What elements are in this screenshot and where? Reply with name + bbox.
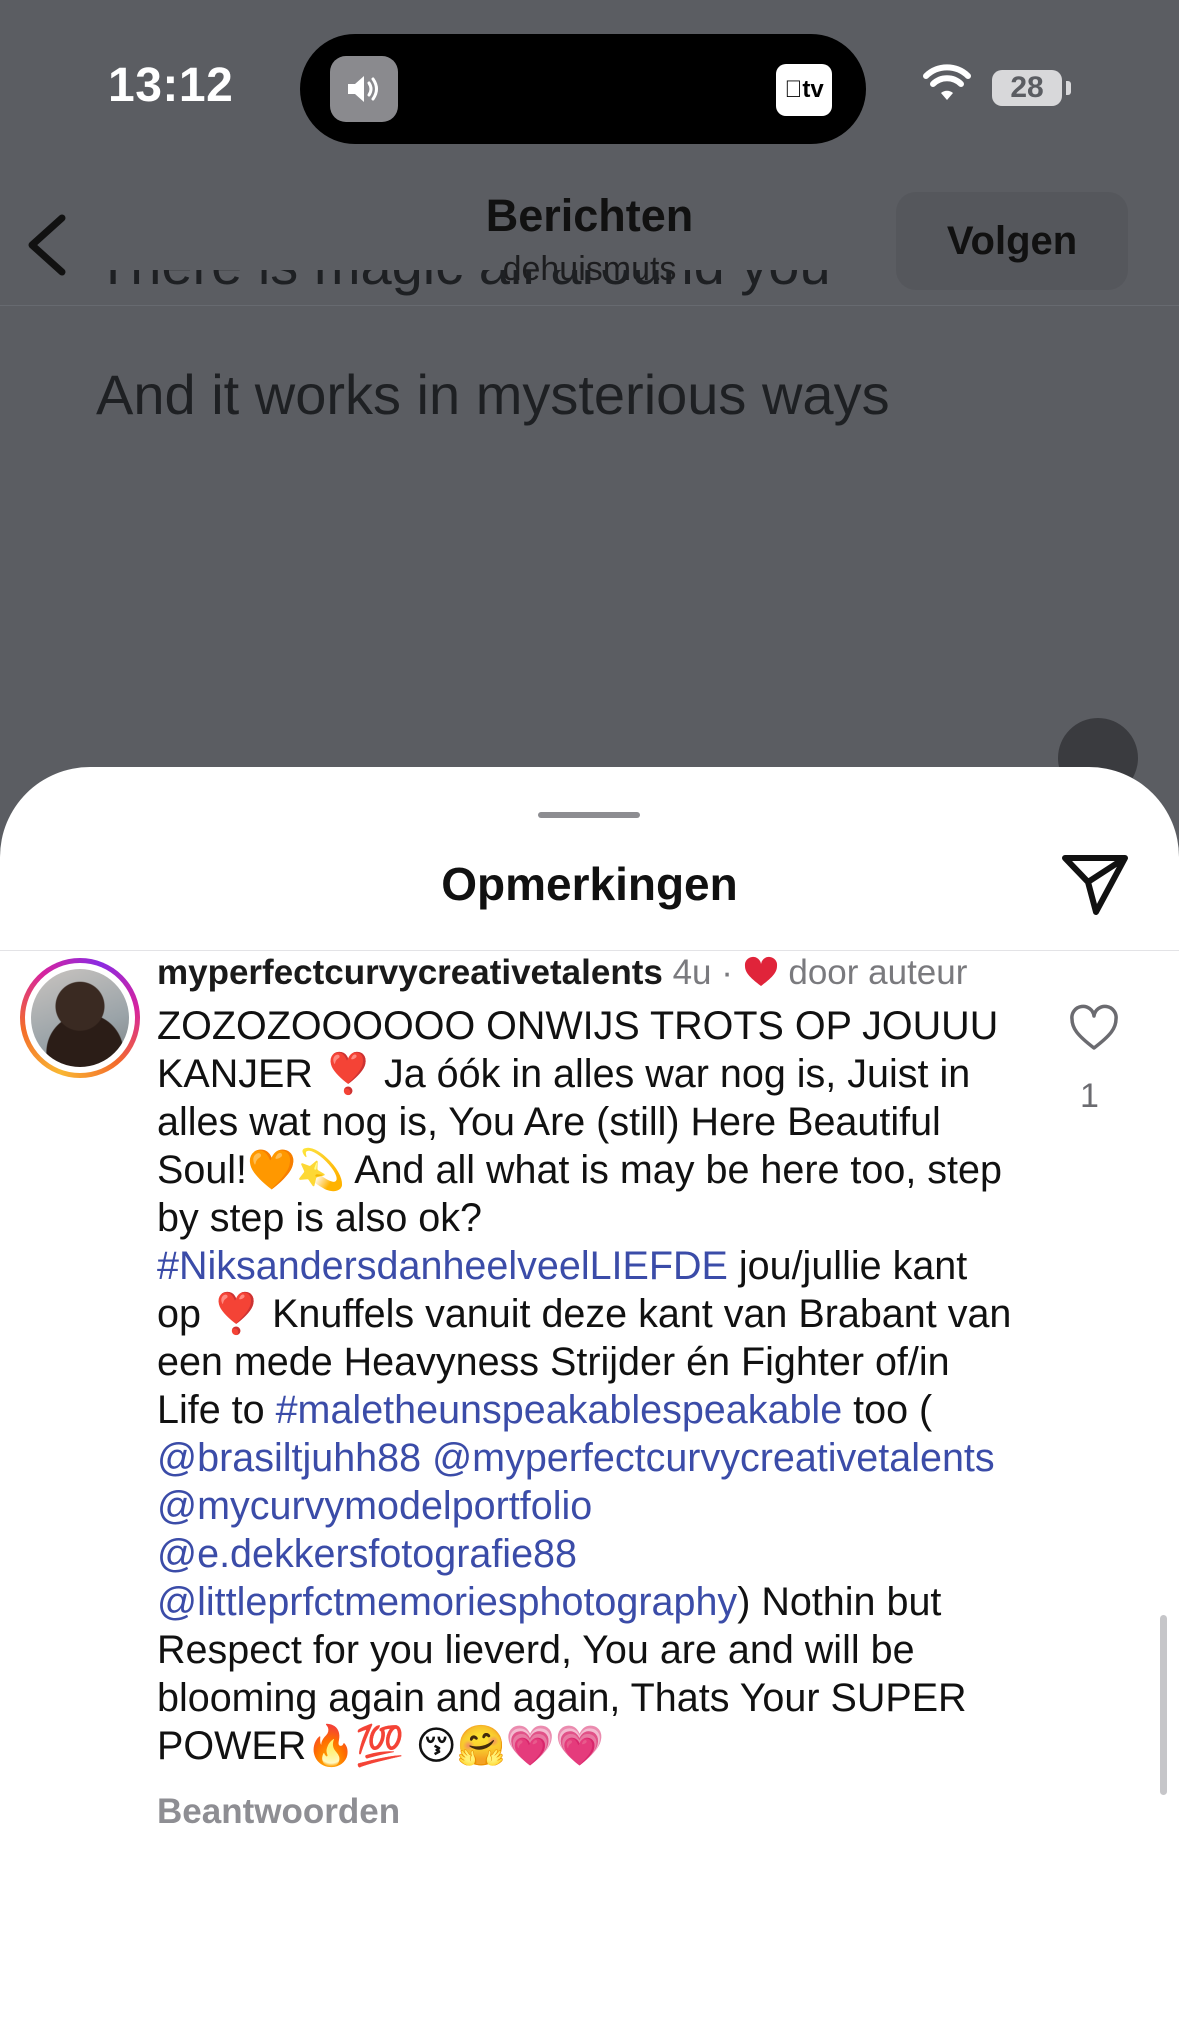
meta-separator: ·: [721, 953, 733, 992]
heart-outline-icon[interactable]: [1068, 1004, 1120, 1052]
apple-tv-icon: tv: [776, 64, 832, 116]
mention-link[interactable]: @mycurvymodelportfolio: [157, 1484, 592, 1528]
comment-text: ZOZOZOOOOOO ONWIJS TROTS OP JOUUU KANJER…: [157, 1004, 1012, 1768]
avatar[interactable]: [20, 958, 140, 1078]
comment-meta: myperfectcurvycreativetalents 4u · door …: [157, 952, 1017, 994]
mention-link[interactable]: @littleprfctmemoriesphotography: [157, 1580, 737, 1624]
heart-exclamation-emoji: ❣️: [323, 1052, 374, 1096]
status-time: 13:12: [108, 59, 234, 112]
speaker-icon: [330, 56, 398, 122]
hashtag-link[interactable]: #maletheunspeakablespeakable: [276, 1388, 843, 1432]
hashtag-link[interactable]: #NiksandersdanheelveelLIEFDE: [157, 1244, 728, 1288]
drag-handle[interactable]: [538, 812, 640, 818]
avatar-photo: [31, 969, 129, 1067]
lyric-line: And it works in mysterious ways: [96, 363, 890, 426]
comment-username[interactable]: myperfectcurvycreativetalents: [157, 953, 663, 992]
wifi-icon: [922, 64, 972, 107]
emoji-sequence: 🔥💯 😚🤗💗💗: [306, 1724, 605, 1768]
reply-button[interactable]: Beantwoorden: [157, 1792, 1017, 1832]
send-icon[interactable]: [1060, 852, 1130, 918]
like-count: 1: [1080, 1077, 1099, 1115]
battery-tip: [1066, 81, 1071, 95]
comments-sheet: Opmerkingen myperfectcurvycreativetalent…: [0, 767, 1179, 2033]
comment-body: myperfectcurvycreativetalents 4u · door …: [157, 952, 1017, 1832]
comment-time: 4u: [672, 953, 712, 992]
battery-indicator: 28: [992, 70, 1062, 106]
sheet-divider: [0, 950, 1179, 951]
mention-link[interactable]: @myperfectcurvycreativetalents: [432, 1436, 995, 1480]
mention-link[interactable]: @e.dekkersfotografie88: [157, 1532, 577, 1576]
heart-exclamation-emoji: ❣️: [211, 1292, 262, 1336]
orange-heart-dizzy-emoji: 🧡💫: [247, 1148, 346, 1192]
sheet-title: Opmerkingen: [441, 858, 738, 910]
liked-by-author-heart-icon: [744, 956, 777, 986]
scrollbar[interactable]: [1160, 1615, 1167, 1795]
dynamic-island: tv: [300, 34, 866, 144]
lyric-line-partial: There is magic all around you: [96, 270, 1096, 330]
mention-link[interactable]: @brasiltjuhh88: [157, 1436, 421, 1480]
liked-by-author-label: door auteur: [788, 953, 968, 992]
